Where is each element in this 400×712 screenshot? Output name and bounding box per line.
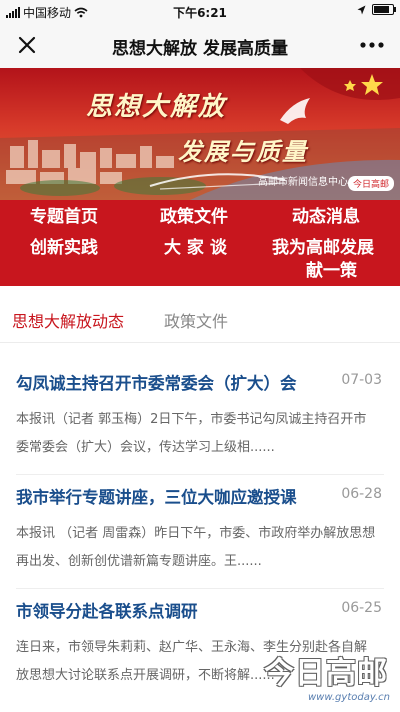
watermark-url: www.gytoday.cn	[307, 692, 390, 703]
status-time: 下午6:21	[173, 6, 227, 20]
banner: 思想大解放 发展与质量 高邮市新闻信息中心 今日高邮	[0, 68, 400, 200]
article-headline: 我市举行专题讲座，三位大咖应邀授课	[16, 488, 297, 507]
divider	[16, 474, 384, 475]
list-item[interactable]: 勾凤诚主持召开市委常委会（扩大）会 07-03 本报讯（记者 郭玉梅）2日下午，…	[16, 370, 384, 474]
banner-credit: 高邮市新闻信息中心	[258, 177, 348, 188]
banner-logo: 今日高邮	[347, 176, 394, 191]
menu-item-suggestion[interactable]: 我为高邮发展	[272, 237, 374, 259]
menu-item-suggestion-line2[interactable]: 献一策	[306, 260, 357, 282]
banner-slogan-line1: 思想大解放	[86, 92, 227, 122]
article-headline: 勾凤诚主持召开市委常委会（扩大）会	[16, 374, 297, 393]
watermark-brand: 今日高邮	[264, 656, 388, 691]
more-icon[interactable]	[358, 32, 386, 58]
status-bar: 中国移动 下午6:21	[0, 0, 400, 22]
page-title: 思想大解放 发展高质量	[112, 39, 288, 59]
menu-item-policy[interactable]: 政策文件	[160, 206, 228, 228]
article-headline: 市领导分赴各联系点调研	[16, 602, 198, 621]
article-summary: 本报讯 （记者 周雷森）昨日下午，市委、市政府举办解放思想再出发、创新创优谱新篇…	[16, 526, 376, 569]
menu-item-discussion[interactable]: 大 家 谈	[164, 237, 227, 259]
article-date: 07-03	[341, 372, 382, 388]
topic-menu: 专题首页 政策文件 动态消息 创新实践 大 家 谈 我为高邮发展 献一策	[0, 200, 400, 286]
article-summary: 本报讯（记者 郭玉梅）2日下午，市委书记勾凤诚主持召开市委常委会（扩大）会议，传…	[16, 412, 367, 455]
banner-slogan-line2: 发展与质量	[178, 137, 308, 166]
tab-dynamics[interactable]: 思想大解放动态	[12, 308, 124, 332]
nav-bar: 思想大解放 发展高质量	[0, 22, 400, 69]
tab-bar: 思想大解放动态 政策文件	[0, 296, 400, 343]
article-date: 06-25	[341, 600, 382, 616]
divider	[16, 588, 384, 589]
battery-icon	[372, 4, 396, 15]
menu-item-news[interactable]: 动态消息	[292, 206, 360, 228]
menu-item-home[interactable]: 专题首页	[30, 206, 98, 228]
battery-level	[374, 6, 389, 13]
menu-item-innovation[interactable]: 创新实践	[30, 237, 98, 259]
tab-policy-files[interactable]: 政策文件	[164, 308, 228, 332]
status-right	[357, 4, 396, 15]
article-date: 06-28	[341, 486, 382, 502]
watermark: 今日高邮 www.gytoday.cn	[264, 648, 394, 710]
location-arrow-icon	[357, 5, 366, 14]
list-item[interactable]: 我市举行专题讲座，三位大咖应邀授课 06-28 本报讯 （记者 周雷森）昨日下午…	[16, 484, 384, 588]
